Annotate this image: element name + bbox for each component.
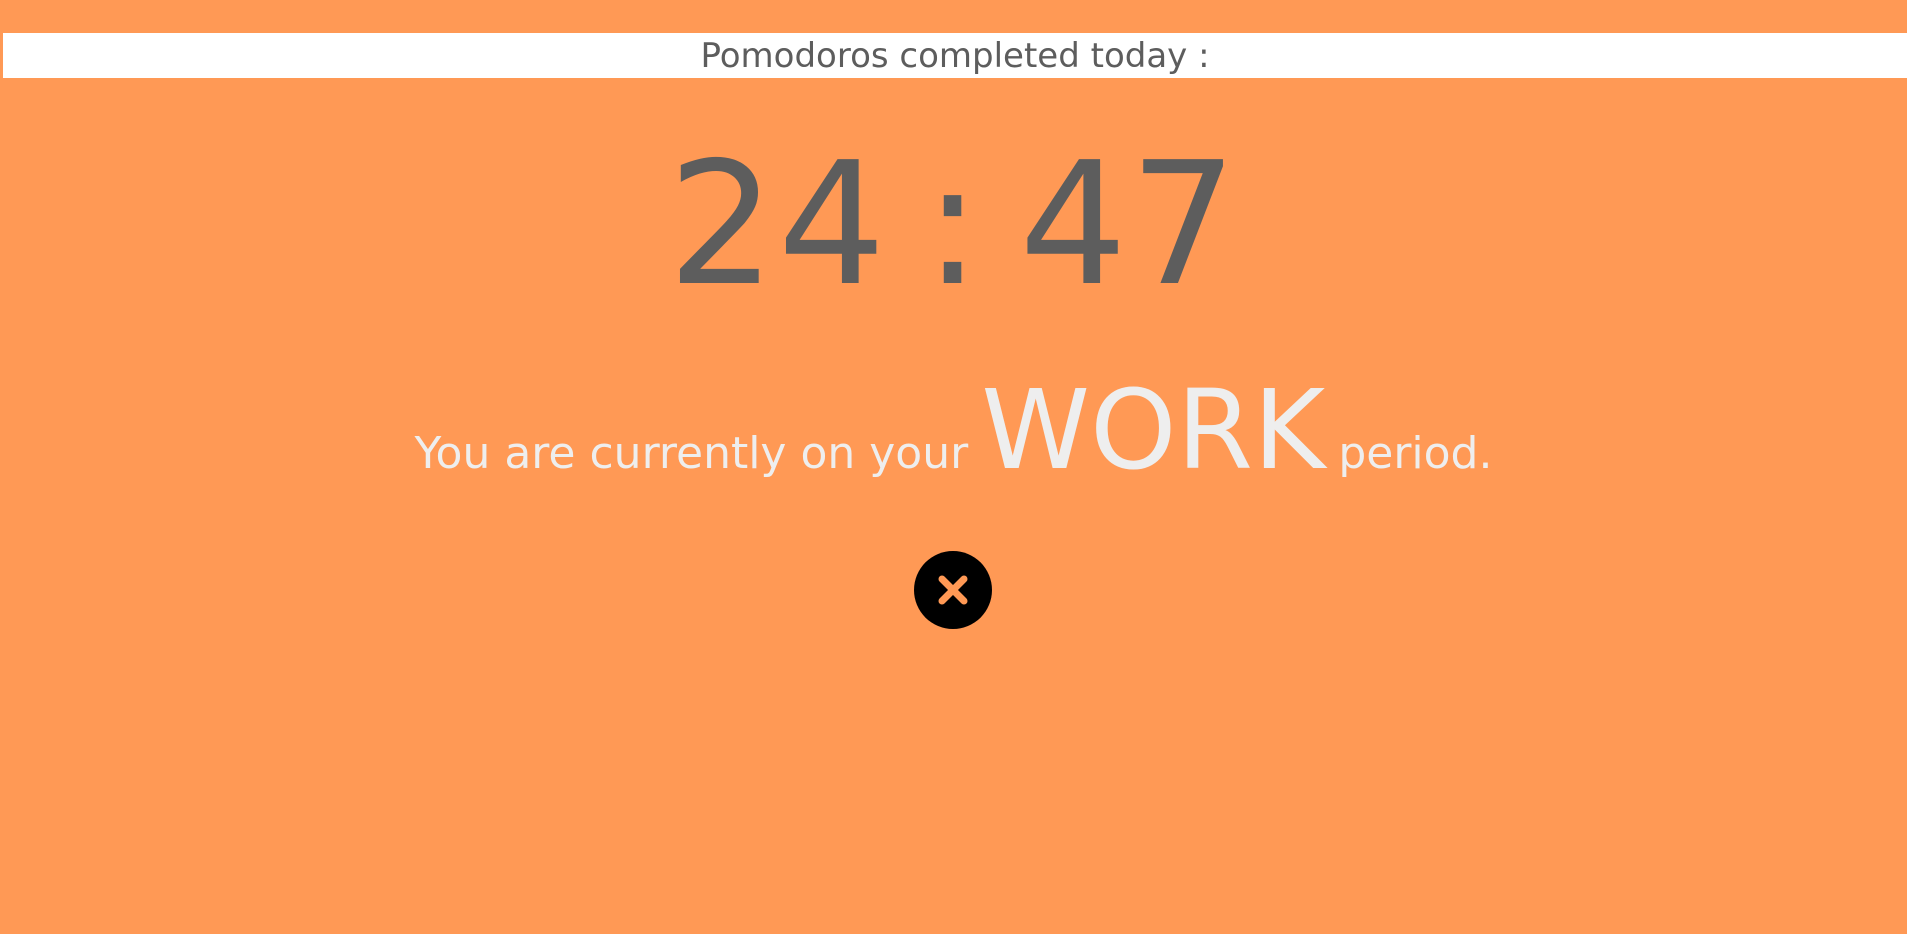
pomodoros-completed-label: Pomodoros completed today : — [700, 35, 1210, 76]
timer-separator: : — [923, 126, 984, 324]
current-period: WORK — [981, 366, 1326, 494]
period-status: You are currently on your WORK period. — [0, 375, 1907, 485]
pomodoros-counter-bar: Pomodoros completed today : — [3, 33, 1907, 78]
timer-display: 24:47 — [0, 125, 1907, 325]
close-icon — [938, 575, 968, 605]
pomodoro-page: Pomodoros completed today : 24:47 You ar… — [0, 0, 1907, 934]
status-prefix: You are currently on your — [414, 428, 969, 479]
timer-seconds: 47 — [1019, 126, 1240, 324]
timer-minutes: 24 — [667, 126, 888, 324]
status-suffix: period. — [1338, 428, 1493, 479]
stop-button[interactable] — [914, 551, 992, 629]
